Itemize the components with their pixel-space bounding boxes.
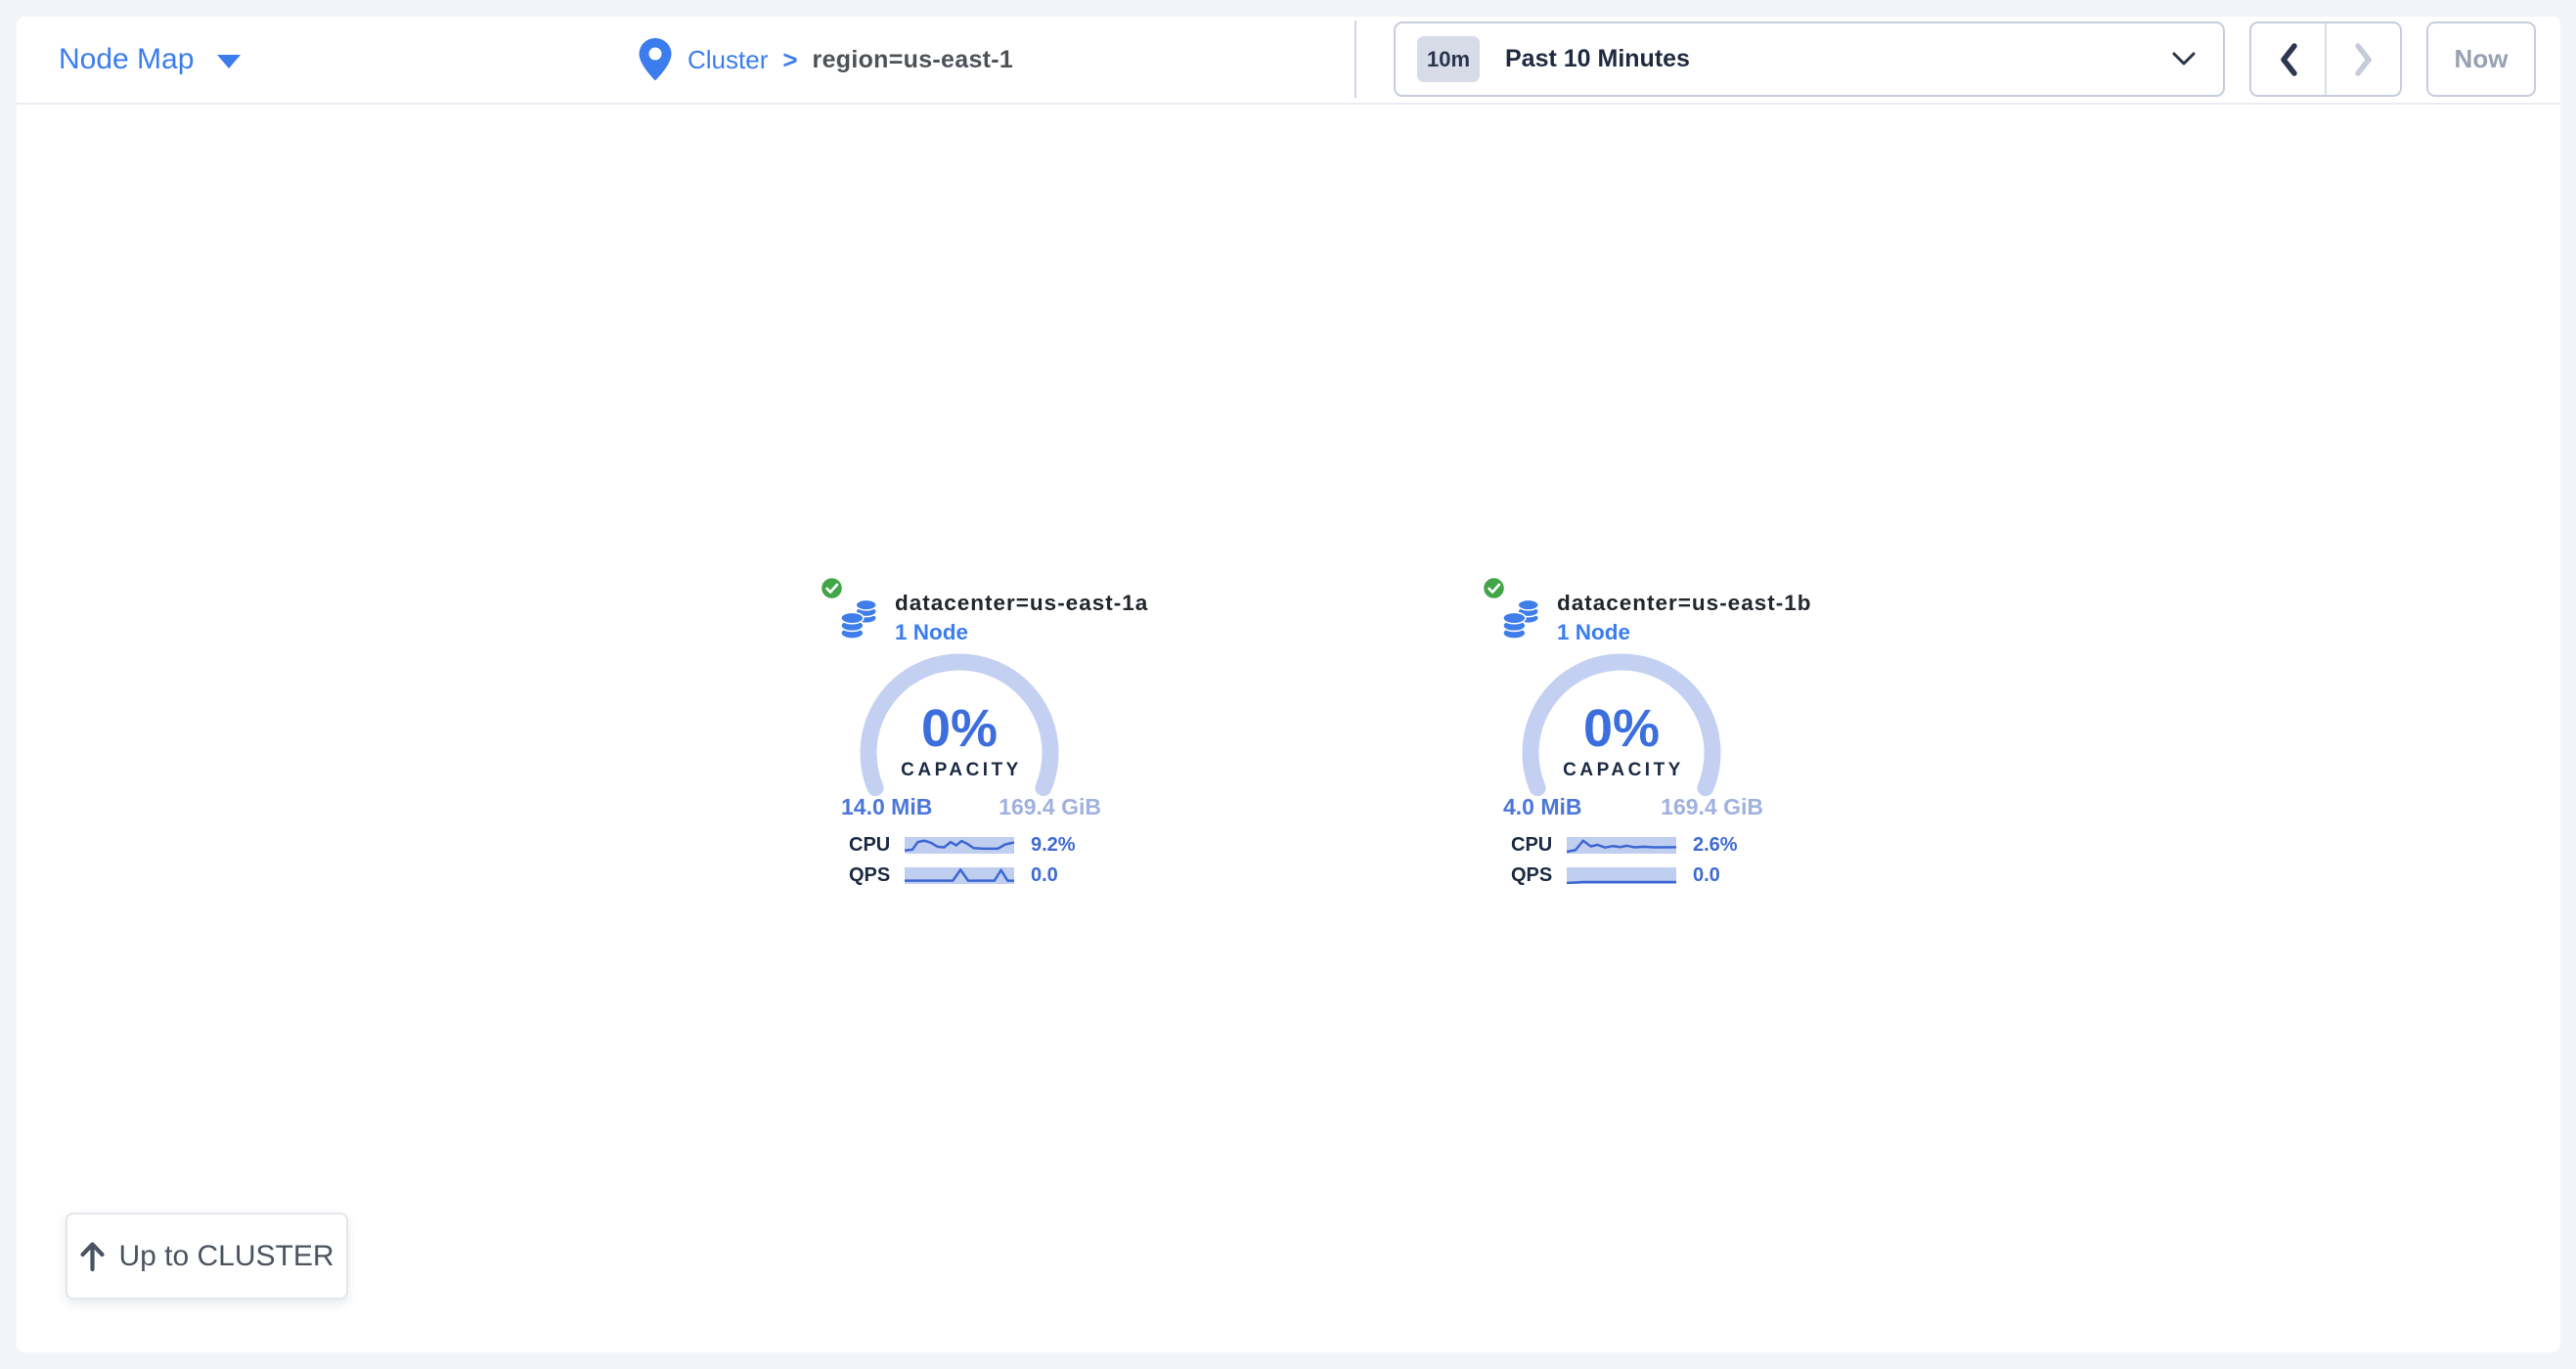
cpu-sparkline <box>905 837 1014 854</box>
view-selector-label: Node Map <box>59 43 194 76</box>
chevron-right-icon <box>2354 43 2374 76</box>
cpu-metric-row: CPU 9.2% <box>849 832 1113 858</box>
capacity-total-value: 169.4 GiB <box>999 794 1101 820</box>
capacity-label: CAPACITY <box>901 760 1022 780</box>
datacenter-card-us-east-1b[interactable]: datacenter=us-east-1b 1 Node 0% CAPACITY… <box>1482 572 1787 909</box>
capacity-label: CAPACITY <box>1563 760 1684 780</box>
capacity-values-row: 14.0 MiB 169.4 GiB <box>841 794 1101 820</box>
datacenter-title: datacenter=us-east-1a <box>895 591 1148 616</box>
node-map-screen: Node Map Cluster > region=us-east-1 10m … <box>0 0 2576 1369</box>
capacity-used-value: 4.0 MiB <box>1503 794 1582 820</box>
healthy-check-icon <box>820 576 844 600</box>
view-selector-dropdown[interactable]: Node Map <box>59 17 241 103</box>
qps-sparkline <box>1567 867 1676 884</box>
chevron-down-icon <box>2172 52 2196 66</box>
capacity-values-row: 4.0 MiB 169.4 GiB <box>1503 794 1763 820</box>
arrow-up-icon <box>79 1241 106 1271</box>
page-container: Node Map Cluster > region=us-east-1 10m … <box>17 17 2560 1352</box>
breadcrumb-cluster-link[interactable]: Cluster <box>688 45 768 75</box>
header-divider <box>1355 21 1356 98</box>
up-to-cluster-label: Up to CLUSTER <box>118 1240 333 1273</box>
cpu-value: 9.2% <box>1031 834 1076 857</box>
datacenter-title: datacenter=us-east-1b <box>1557 591 1811 616</box>
cpu-label: CPU <box>849 834 905 857</box>
top-bar: Node Map Cluster > region=us-east-1 10m … <box>17 17 2560 105</box>
time-step-back-button[interactable] <box>2251 23 2327 95</box>
qps-label: QPS <box>849 864 905 887</box>
location-pin-icon <box>638 37 673 82</box>
datacenter-node-count: 1 Node <box>1557 620 1630 645</box>
cpu-sparkline <box>1567 837 1676 854</box>
chevron-left-icon <box>2279 43 2298 76</box>
qps-metric-row: QPS 0.0 <box>1511 862 1775 888</box>
qps-metric-row: QPS 0.0 <box>849 862 1113 888</box>
qps-sparkline <box>905 867 1014 884</box>
breadcrumb: Cluster > region=us-east-1 <box>638 17 1013 103</box>
database-stack-icon <box>839 597 880 640</box>
time-window-badge: 10m <box>1417 36 1480 82</box>
database-stack-icon <box>1501 597 1542 640</box>
capacity-used-value: 14.0 MiB <box>841 794 932 820</box>
up-to-cluster-button[interactable]: Up to CLUSTER <box>66 1213 348 1300</box>
time-window-label: Past 10 Minutes <box>1505 45 1690 73</box>
time-window-dropdown[interactable]: 10m Past 10 Minutes <box>1394 22 2225 97</box>
cpu-label: CPU <box>1511 834 1567 857</box>
capacity-percent: 0% <box>921 699 998 758</box>
datacenter-node-count: 1 Node <box>895 620 968 645</box>
caret-down-icon <box>217 55 241 68</box>
qps-value: 0.0 <box>1693 864 1720 887</box>
now-button[interactable]: Now <box>2426 22 2536 97</box>
capacity-percent: 0% <box>1583 699 1660 758</box>
qps-label: QPS <box>1511 864 1567 887</box>
breadcrumb-separator: > <box>782 45 797 75</box>
cpu-value: 2.6% <box>1693 834 1738 857</box>
healthy-check-icon <box>1482 576 1506 600</box>
qps-value: 0.0 <box>1031 864 1058 887</box>
breadcrumb-current-region: region=us-east-1 <box>813 46 1014 74</box>
cpu-metric-row: CPU 2.6% <box>1511 832 1775 858</box>
capacity-total-value: 169.4 GiB <box>1661 794 1763 820</box>
time-step-forward-button[interactable] <box>2327 23 2400 95</box>
capacity-gauge: 0% CAPACITY <box>1512 651 1731 808</box>
time-step-controls <box>2249 22 2402 97</box>
capacity-gauge: 0% CAPACITY <box>850 651 1069 808</box>
datacenter-card-us-east-1a[interactable]: datacenter=us-east-1a 1 Node 0% CAPACITY… <box>820 572 1125 909</box>
